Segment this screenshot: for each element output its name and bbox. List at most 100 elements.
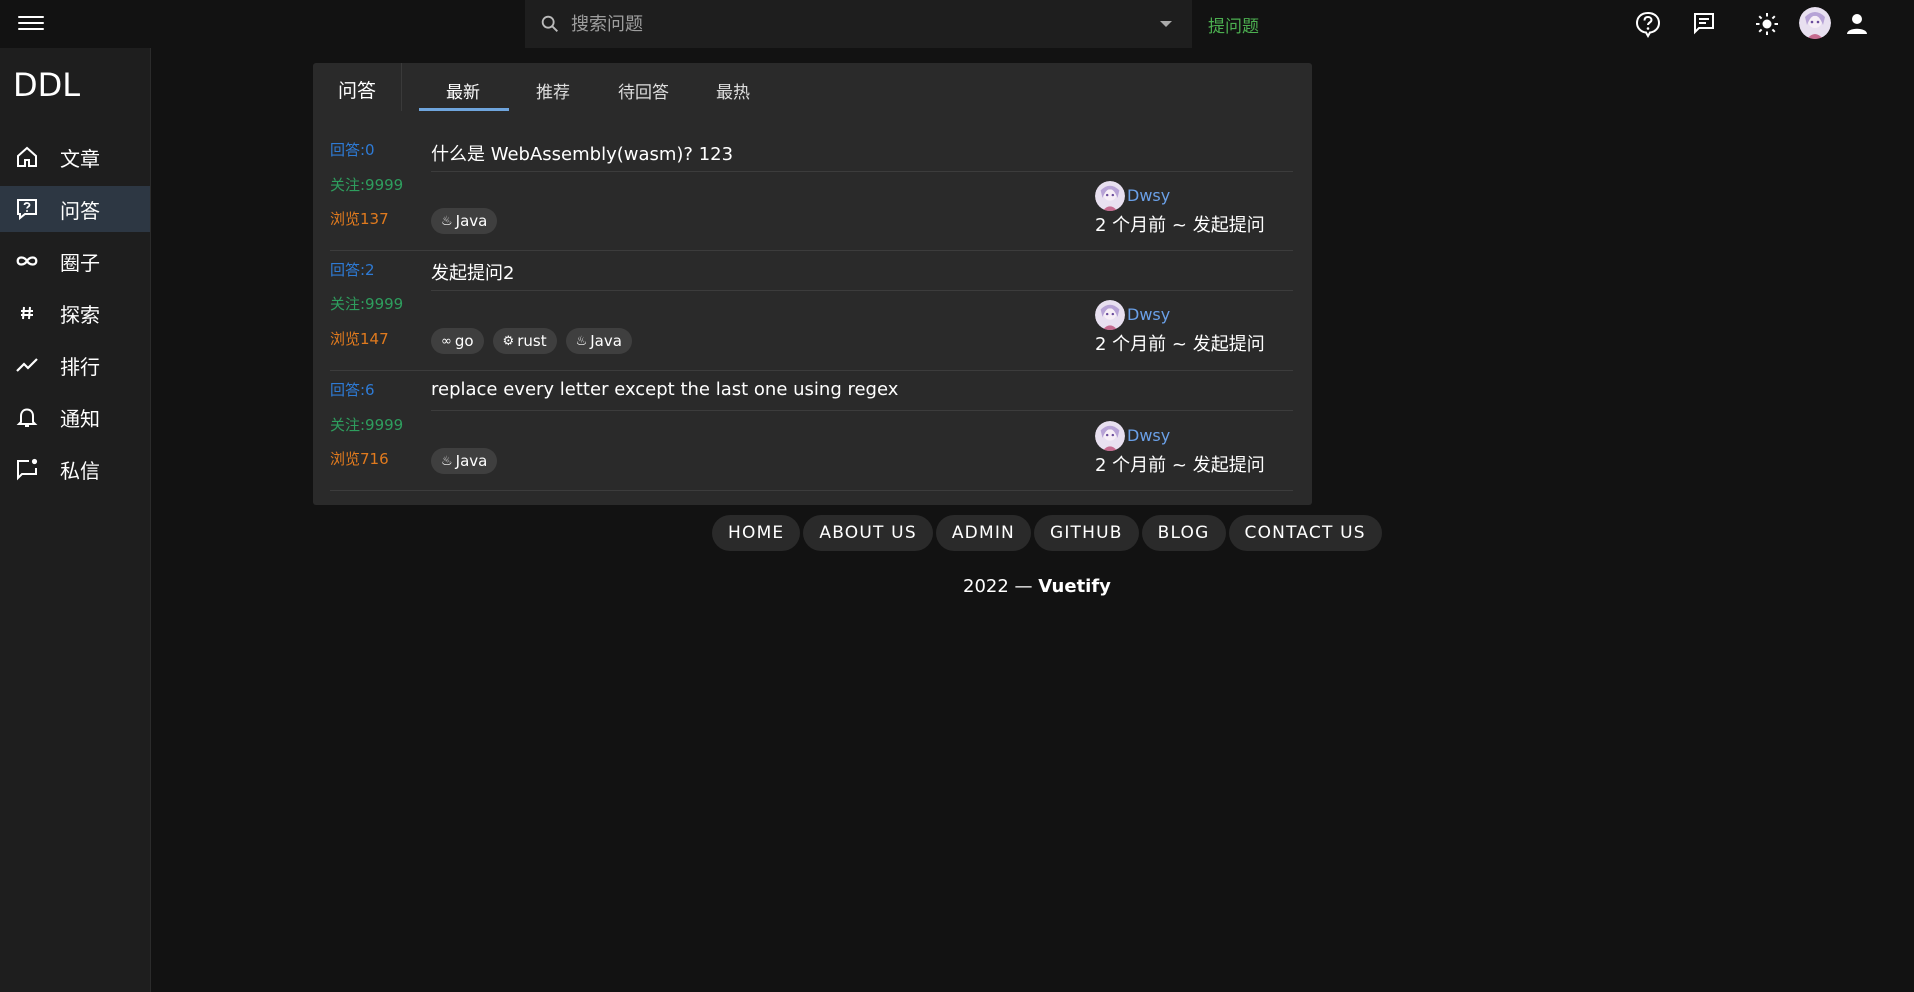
sidebar-nav: 文章 问答 圈子 探索 排行 通知 私信 bbox=[0, 134, 150, 498]
tag-chip[interactable]: ⚙ rust bbox=[492, 328, 557, 354]
question-title[interactable]: replace every letter except the last one… bbox=[431, 379, 898, 400]
brand-logo: DDL bbox=[13, 66, 81, 104]
tag-label: go bbox=[454, 332, 474, 350]
follow-count: 关注:9999 bbox=[330, 295, 404, 313]
question-comment-icon bbox=[14, 196, 40, 222]
sidebar-item-label: 排行 bbox=[60, 354, 100, 379]
follow-count: 关注:9999 bbox=[330, 416, 404, 434]
question-title[interactable]: 什么是 WebAssembly(wasm)? 123 bbox=[431, 140, 733, 166]
tag-chip[interactable]: ♨ Java bbox=[565, 328, 632, 354]
tag-label: rust bbox=[517, 332, 547, 350]
pound-icon bbox=[14, 300, 40, 326]
answer-count: 回答:0 bbox=[330, 141, 375, 159]
post-time: 2 个月前 ~ 发起提问 bbox=[1095, 334, 1265, 355]
divider bbox=[330, 490, 1293, 491]
tag-list: ♨ Java bbox=[431, 448, 498, 474]
trending-icon bbox=[14, 352, 40, 378]
search-icon bbox=[541, 15, 558, 32]
tag-chip[interactable]: ♨ Java bbox=[431, 208, 498, 234]
copyright: 2022 — Vuetify bbox=[963, 576, 1111, 597]
copyright-brand: Vuetify bbox=[1038, 576, 1111, 597]
answer-count: 回答:6 bbox=[330, 381, 375, 399]
qa-card: 问答 最新 推荐 待回答 最热 回答:0 关注:9999 浏览137 什么是 W… bbox=[313, 63, 1312, 505]
view-count: 浏览147 bbox=[330, 330, 389, 348]
account-icon[interactable] bbox=[1843, 10, 1871, 38]
view-count: 浏览716 bbox=[330, 450, 389, 468]
sidebar-item-messages[interactable]: 私信 bbox=[0, 446, 150, 492]
infinity-icon bbox=[14, 248, 40, 274]
menu-icon[interactable] bbox=[18, 12, 44, 36]
sidebar-item-label: 问答 bbox=[60, 198, 100, 223]
question-title[interactable]: 发起提问2 bbox=[431, 259, 514, 285]
avatar[interactable] bbox=[1095, 181, 1125, 211]
author-name[interactable]: Dwsy bbox=[1127, 305, 1170, 324]
footer-link-admin[interactable]: ADMIN bbox=[935, 515, 1031, 551]
footer-link-home[interactable]: HOME bbox=[712, 515, 801, 551]
java-icon: ♨ bbox=[441, 453, 453, 469]
bell-icon bbox=[14, 404, 40, 430]
tab-recommended[interactable]: 推荐 bbox=[536, 78, 570, 103]
divider bbox=[431, 410, 1293, 411]
author-name[interactable]: Dwsy bbox=[1127, 186, 1170, 205]
message-badge-icon bbox=[14, 456, 40, 482]
go-icon: ∞ bbox=[441, 333, 452, 349]
sidebar-item-circles[interactable]: 圈子 bbox=[0, 238, 150, 284]
avatar[interactable] bbox=[1799, 7, 1831, 39]
card-title: 问答 bbox=[338, 80, 377, 102]
ask-question-button[interactable]: 提问题 bbox=[1208, 12, 1259, 37]
sidebar-item-label: 通知 bbox=[60, 406, 100, 431]
sidebar-item-qa[interactable]: 问答 bbox=[0, 186, 150, 232]
post-time: 2 个月前 ~ 发起提问 bbox=[1095, 215, 1265, 236]
author-name[interactable]: Dwsy bbox=[1127, 426, 1170, 445]
avatar[interactable] bbox=[1095, 300, 1125, 330]
brightness-icon[interactable] bbox=[1753, 10, 1781, 38]
follow-count: 关注:9999 bbox=[330, 176, 404, 194]
home-icon bbox=[14, 144, 40, 170]
tag-label: Java bbox=[455, 452, 488, 470]
search-bar[interactable] bbox=[525, 0, 1192, 48]
tag-label: Java bbox=[590, 332, 622, 350]
footer-link-github[interactable]: GITHUB bbox=[1033, 515, 1139, 551]
tab-bar: 问答 最新 推荐 待回答 最热 bbox=[313, 63, 1312, 111]
sidebar-item-ranking[interactable]: 排行 bbox=[0, 342, 150, 388]
tag-chip[interactable]: ∞ go bbox=[431, 328, 484, 354]
footer-link-about[interactable]: ABOUT US bbox=[803, 515, 933, 551]
tag-chip[interactable]: ♨ Java bbox=[431, 448, 498, 474]
java-icon: ♨ bbox=[575, 333, 588, 349]
sidebar-item-explore[interactable]: 探索 bbox=[0, 290, 150, 336]
tab-hottest[interactable]: 最热 bbox=[716, 78, 750, 103]
footer-link-blog[interactable]: BLOG bbox=[1141, 515, 1226, 551]
tab-unanswered[interactable]: 待回答 bbox=[618, 78, 669, 103]
help-icon[interactable] bbox=[1634, 10, 1662, 38]
footer-link-contact[interactable]: CONTACT US bbox=[1228, 515, 1382, 551]
search-input[interactable] bbox=[569, 12, 1160, 36]
sidebar-item-notifications[interactable]: 通知 bbox=[0, 394, 150, 440]
java-icon: ♨ bbox=[441, 213, 453, 229]
copyright-year: 2022 — bbox=[963, 576, 1033, 597]
divider bbox=[431, 171, 1293, 172]
sidebar-item-label: 文章 bbox=[60, 146, 100, 171]
divider bbox=[330, 250, 1293, 251]
answer-count: 回答:2 bbox=[330, 261, 375, 279]
tab-divider bbox=[401, 63, 402, 111]
divider bbox=[431, 290, 1293, 291]
sidebar-item-label: 圈子 bbox=[60, 250, 100, 275]
sidebar-item-articles[interactable]: 文章 bbox=[0, 134, 150, 180]
post-time: 2 个月前 ~ 发起提问 bbox=[1095, 455, 1265, 476]
avatar[interactable] bbox=[1095, 421, 1125, 451]
chevron-down-icon[interactable] bbox=[1160, 21, 1172, 27]
message-icon[interactable] bbox=[1690, 10, 1718, 38]
tab-latest[interactable]: 最新 bbox=[446, 78, 480, 103]
tag-list: ♨ Java bbox=[431, 208, 498, 234]
sidebar-item-label: 私信 bbox=[60, 458, 100, 483]
tag-label: Java bbox=[455, 212, 488, 230]
tab-active-indicator bbox=[419, 108, 509, 111]
footer-links: HOME ABOUT US ADMIN GITHUB BLOG CONTACT … bbox=[712, 515, 1382, 551]
rust-icon: ⚙ bbox=[502, 333, 515, 349]
tag-list: ∞ go ⚙ rust ♨ Java bbox=[431, 328, 632, 354]
view-count: 浏览137 bbox=[330, 210, 389, 228]
app-bar: 提问题 bbox=[0, 0, 1914, 48]
sidebar: DDL 文章 问答 圈子 探索 排行 通知 私信 bbox=[0, 48, 151, 992]
sidebar-item-label: 探索 bbox=[60, 302, 100, 327]
divider bbox=[330, 370, 1293, 371]
